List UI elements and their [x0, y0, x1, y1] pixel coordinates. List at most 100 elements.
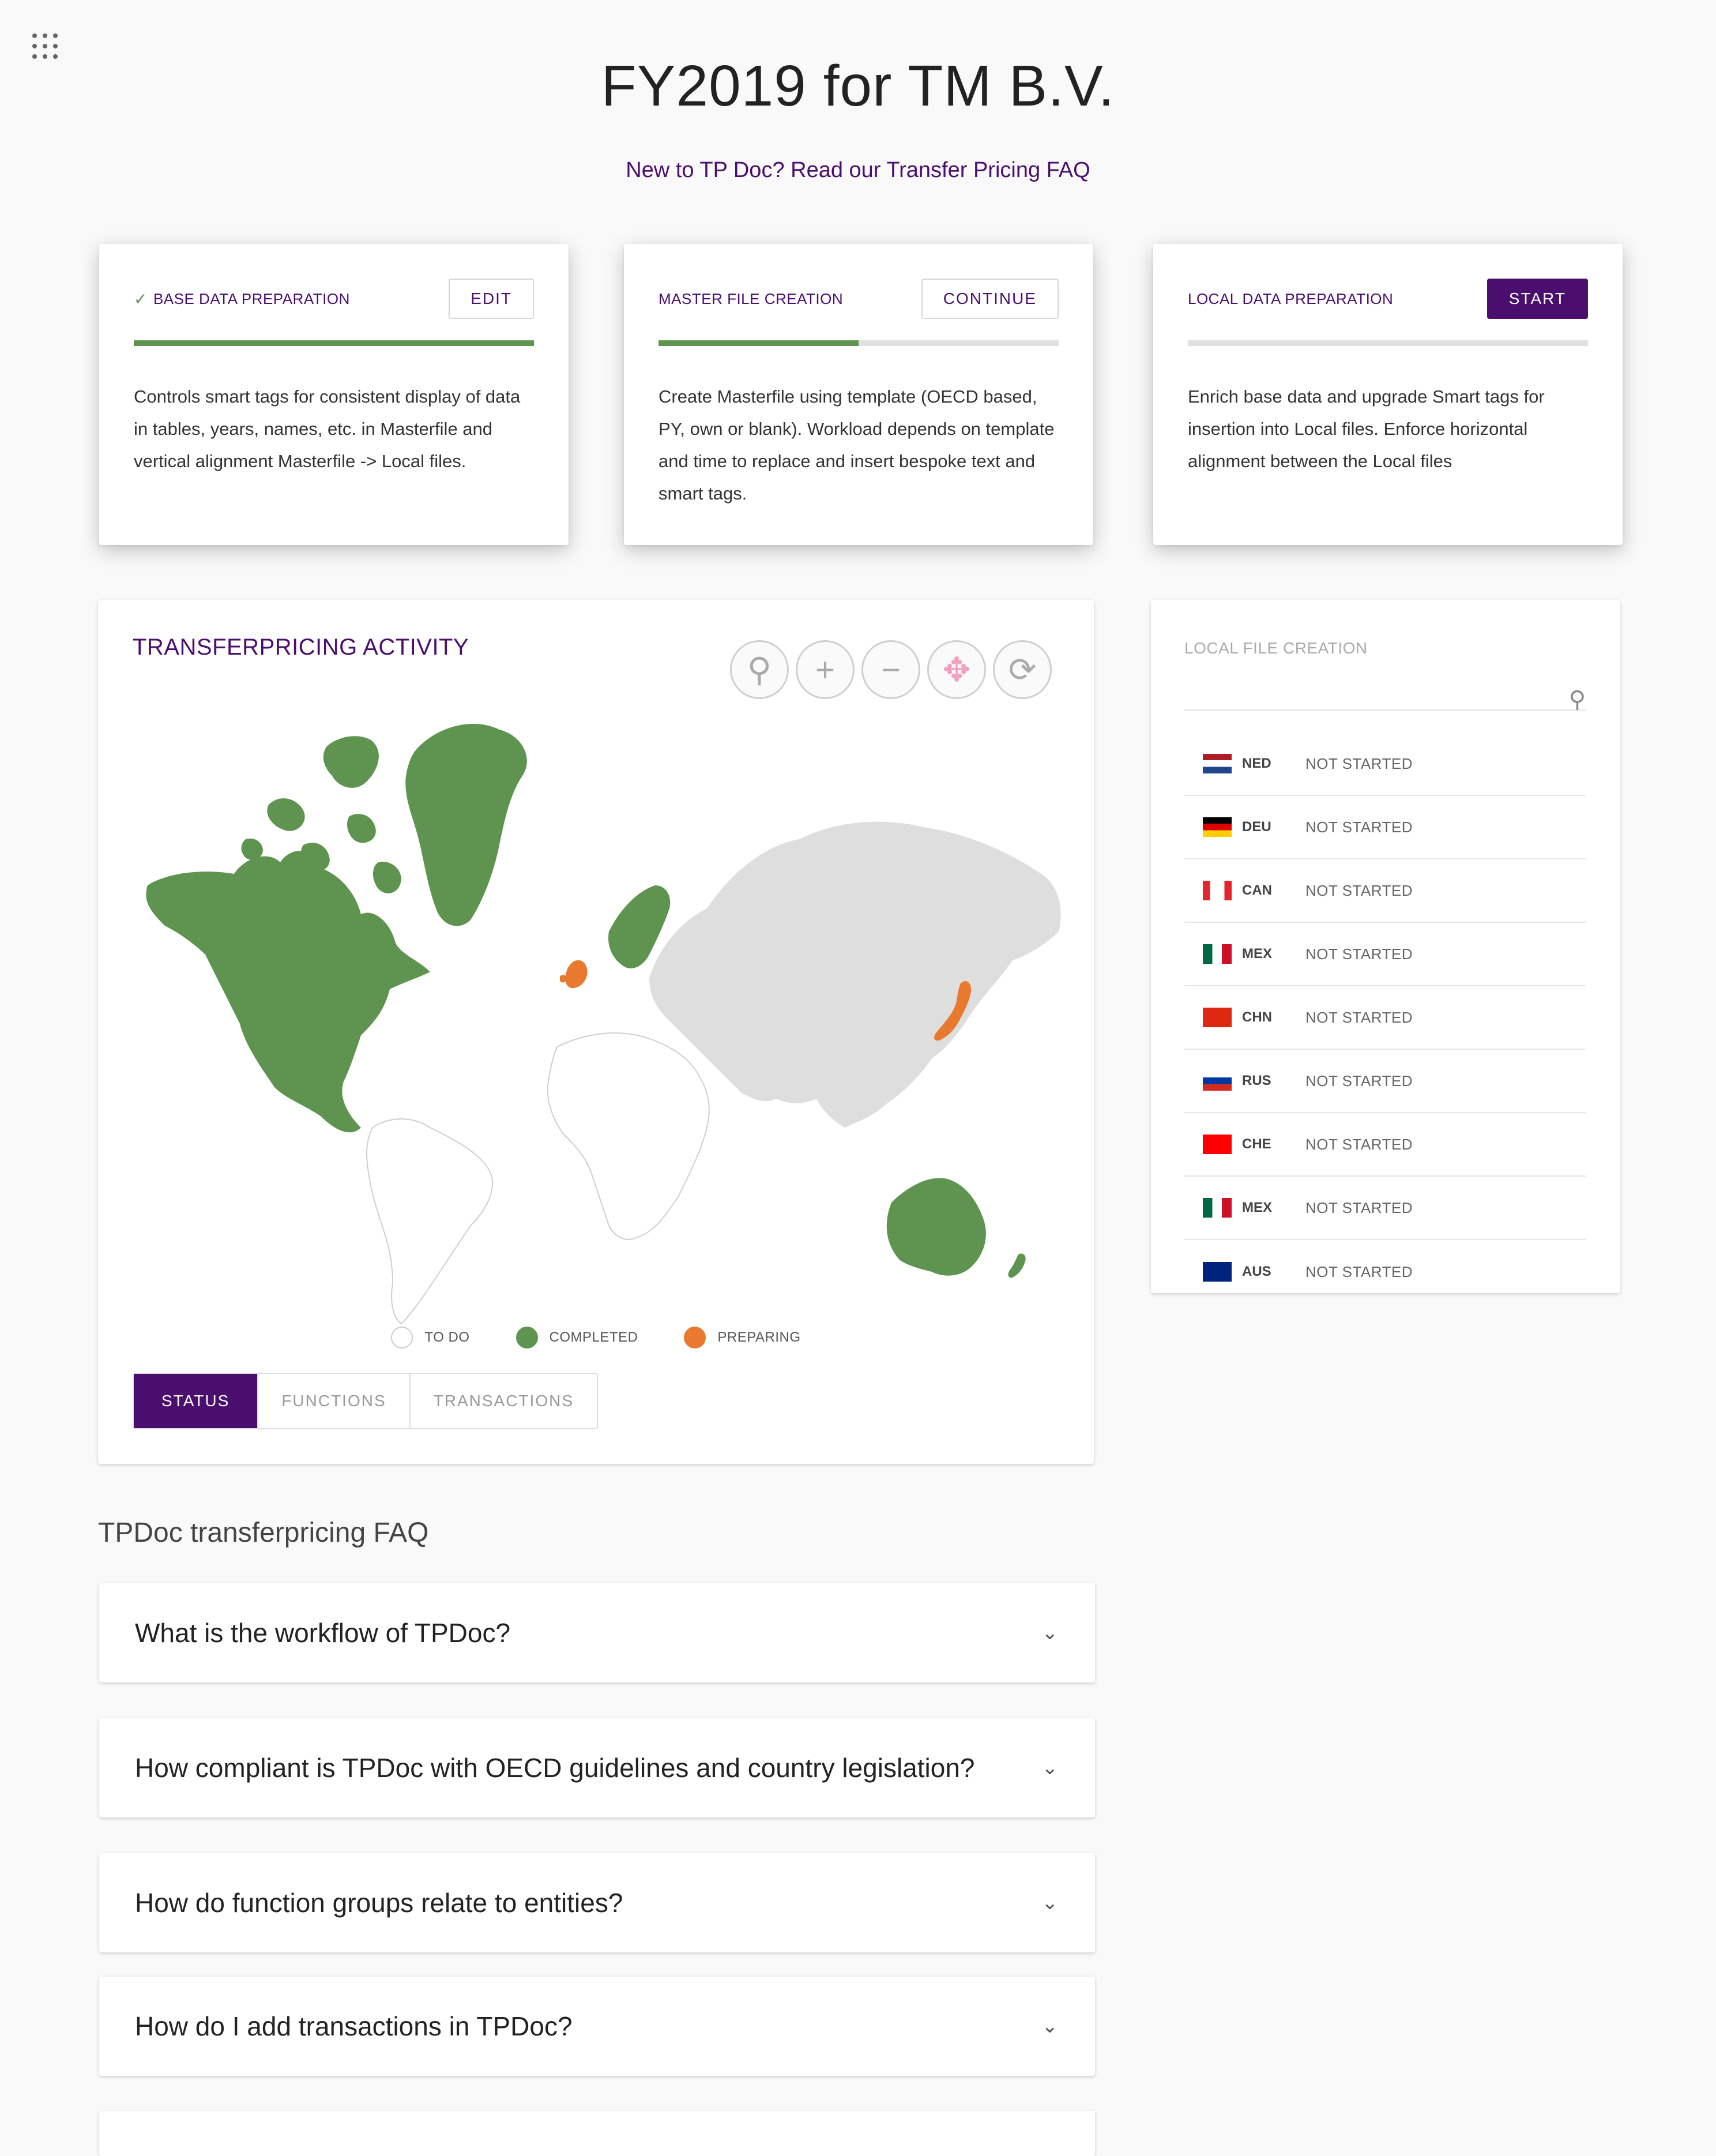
step-description: Create Masterfile using template (OECD b…: [658, 386, 1055, 504]
page-title: FY2019 for TM B.V.: [601, 54, 1115, 118]
legend-label: PREPARING: [717, 1329, 801, 1345]
map-tabs: STATUS FUNCTIONS TRANSACTIONS: [133, 1373, 598, 1429]
legend-dot: [391, 1327, 413, 1349]
list-item[interactable]: RUS NOT STARTED: [1184, 1050, 1586, 1113]
list-item[interactable]: AUS NOT STARTED: [1184, 1240, 1586, 1304]
progress-bar: [658, 340, 1059, 346]
australia-flag-icon: [1203, 1262, 1232, 1282]
status-text: NOT STARTED: [1305, 1008, 1413, 1026]
progress-fill: [658, 340, 859, 346]
step-title-text: LOCAL DATA PREPARATION: [1188, 290, 1394, 307]
country-code: CHN: [1242, 1009, 1272, 1025]
transferpricing-activity-card: TRANSFERPRICING ACTIVITY ⚲ + − ✥ ⟳ TO DO: [98, 600, 1094, 1464]
search-icon[interactable]: ⚲: [1569, 686, 1586, 713]
status-text: NOT STARTED: [1305, 945, 1413, 963]
china-flag-icon: [1203, 1008, 1232, 1027]
continue-button[interactable]: CONTINUE: [921, 279, 1059, 319]
status-text: NOT STARTED: [1305, 818, 1413, 836]
netherlands-flag-icon: [1203, 754, 1232, 773]
map-toolbar: ⚲ + − ✥ ⟳: [730, 640, 1052, 699]
faq-item[interactable]: [99, 2111, 1095, 2156]
tab-transactions[interactable]: TRANSACTIONS: [410, 1374, 597, 1428]
local-file-creation-card: LOCAL FILE CREATION ⚲ NED NOT STARTED DE…: [1151, 600, 1620, 1293]
legend-label: COMPLETED: [549, 1329, 638, 1345]
list-item[interactable]: DEU NOT STARTED: [1184, 796, 1586, 859]
progress-bar: [1188, 340, 1588, 346]
germany-flag-icon: [1203, 817, 1232, 837]
switzerland-flag-icon: [1203, 1135, 1232, 1154]
list-item[interactable]: CHN NOT STARTED: [1184, 986, 1586, 1050]
reset-icon[interactable]: ⟳: [993, 640, 1052, 699]
status-text: NOT STARTED: [1305, 1199, 1413, 1216]
edit-button[interactable]: EDIT: [449, 279, 534, 319]
map-title: TRANSFERPRICING ACTIVITY: [133, 634, 469, 660]
country-code: DEU: [1242, 819, 1271, 835]
list-item[interactable]: MEX NOT STARTED: [1184, 1177, 1586, 1240]
move-icon[interactable]: ✥: [927, 640, 986, 699]
step-card-base-data: ✓ BASE DATA PREPARATION EDIT Controls sm…: [99, 244, 569, 545]
new-zealand-region[interactable]: [1008, 1253, 1026, 1278]
mexico-flag-icon: [1203, 944, 1232, 964]
list-item[interactable]: MEX NOT STARTED: [1184, 923, 1586, 986]
legend-item-preparing: PREPARING: [684, 1327, 800, 1349]
south-america-region[interactable]: [366, 1118, 493, 1325]
australia-region[interactable]: [886, 1178, 986, 1276]
country-code: AUS: [1242, 1264, 1271, 1279]
list-item[interactable]: NED NOT STARTED: [1184, 733, 1586, 796]
faq-section-title: TPDoc transferpricing FAQ: [98, 1518, 429, 1548]
africa-region[interactable]: [547, 1032, 710, 1240]
local-file-search-input[interactable]: ⚲: [1184, 686, 1586, 713]
russia-flag-icon: [1203, 1071, 1232, 1091]
mexico-flag-icon: [1203, 1198, 1232, 1218]
faq-question: How compliant is TPDoc with OECD guideli…: [135, 1753, 975, 1783]
legend-item-todo: TO DO: [391, 1327, 469, 1349]
step-description: Enrich base data and upgrade Smart tags …: [1188, 386, 1545, 471]
progress-bar: [134, 340, 534, 346]
local-file-list: NED NOT STARTED DEU NOT STARTED CAN NOT …: [1184, 733, 1586, 1304]
faq-item[interactable]: How compliant is TPDoc with OECD guideli…: [99, 1718, 1095, 1817]
plus-icon[interactable]: +: [796, 640, 855, 699]
world-map[interactable]: [130, 701, 1064, 1335]
legend-dot: [684, 1327, 706, 1349]
chevron-down-icon[interactable]: ⌄: [1042, 1891, 1059, 1914]
step-description: Controls smart tags for consistent displ…: [134, 386, 521, 471]
faq-item[interactable]: How do I add transactions in TPDoc? ⌄: [99, 1977, 1095, 2076]
chevron-down-icon[interactable]: ⌄: [1042, 1756, 1059, 1779]
start-button[interactable]: START: [1487, 279, 1588, 319]
status-text: NOT STARTED: [1305, 1072, 1413, 1090]
status-text: NOT STARTED: [1305, 754, 1413, 772]
eurasia-region[interactable]: [649, 821, 1061, 1128]
greenland-region[interactable]: [405, 724, 527, 926]
faq-link[interactable]: New to TP Doc? Read our Transfer Pricing…: [0, 158, 1716, 183]
country-code: MEX: [1242, 946, 1273, 961]
country-code: CHE: [1242, 1136, 1271, 1152]
country-code: RUS: [1242, 1073, 1271, 1088]
chevron-down-icon[interactable]: ⌄: [1042, 1621, 1059, 1644]
legend-item-completed: COMPLETED: [515, 1327, 638, 1349]
status-text: NOT STARTED: [1305, 1135, 1413, 1153]
chevron-down-icon[interactable]: ⌄: [1042, 2015, 1059, 2038]
step-title: LOCAL DATA PREPARATION: [1188, 290, 1393, 308]
list-item[interactable]: CAN NOT STARTED: [1184, 859, 1586, 923]
step-title: MASTER FILE CREATION: [658, 290, 843, 308]
step-card-local-data: LOCAL DATA PREPARATION START Enrich base…: [1153, 244, 1623, 545]
faq-question: How do I add transactions in TPDoc?: [135, 2011, 573, 2041]
list-item[interactable]: CHE NOT STARTED: [1184, 1113, 1586, 1177]
map-legend: TO DO COMPLETED PREPARING: [98, 1327, 1094, 1349]
tab-functions[interactable]: FUNCTIONS: [258, 1374, 411, 1428]
faq-item[interactable]: How do function groups relate to entitie…: [99, 1853, 1095, 1952]
faq-question: How do function groups relate to entitie…: [135, 1888, 623, 1918]
canada-flag-icon: [1203, 881, 1232, 900]
step-title-text: BASE DATA PREPARATION: [153, 290, 350, 307]
country-code: NED: [1242, 756, 1271, 771]
tab-status[interactable]: STATUS: [134, 1374, 259, 1428]
status-text: NOT STARTED: [1305, 1263, 1413, 1280]
faq-item[interactable]: What is the workflow of TPDoc? ⌄: [99, 1583, 1095, 1682]
uk-region[interactable]: [560, 960, 588, 989]
faq-question: What is the workflow of TPDoc?: [135, 1618, 511, 1648]
minus-icon[interactable]: −: [861, 640, 920, 699]
legend-dot: [515, 1327, 538, 1349]
check-icon: ✓: [134, 290, 148, 308]
progress-fill: [134, 340, 534, 346]
zoom-icon[interactable]: ⚲: [730, 640, 789, 699]
